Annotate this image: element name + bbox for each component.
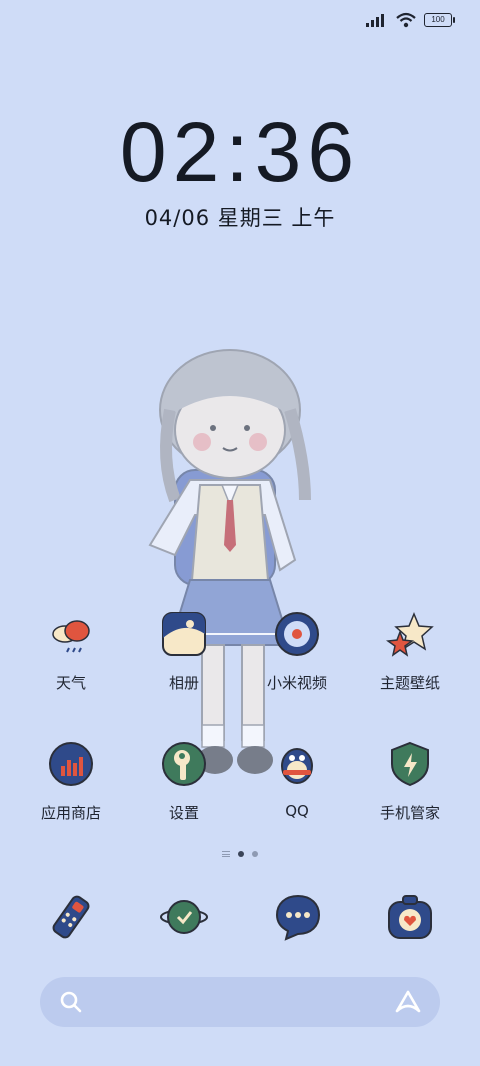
- status-bar: 100: [366, 12, 455, 28]
- app-label: QQ: [285, 802, 309, 820]
- app-label: 设置: [168, 804, 199, 822]
- page-dot-active: [238, 851, 244, 857]
- battery-icon: 100: [424, 13, 455, 27]
- app-store[interactable]: 应用商店: [15, 740, 127, 823]
- app-settings[interactable]: 设置: [128, 740, 240, 823]
- app-label: 相册: [168, 674, 199, 692]
- app-label: 天气: [55, 674, 86, 692]
- clock-date[interactable]: 04/06 星期三 上午: [0, 202, 480, 232]
- app-weather[interactable]: 天气: [15, 610, 127, 693]
- app-store-icon: [49, 742, 93, 786]
- search-icon[interactable]: [60, 991, 82, 1013]
- battery-level: 100: [431, 15, 445, 24]
- app-label: 小米视频: [266, 674, 327, 692]
- app-gallery[interactable]: 相册: [128, 610, 240, 693]
- phone-icon[interactable]: [47, 893, 95, 941]
- assistant-icon[interactable]: [394, 989, 422, 1015]
- settings-icon: [162, 742, 206, 786]
- app-video[interactable]: 小米视频: [241, 610, 353, 693]
- wifi-icon: [396, 12, 416, 28]
- app-themes[interactable]: 主题壁纸: [354, 610, 466, 693]
- app-label: 主题壁纸: [379, 674, 440, 692]
- themes-icon: [386, 612, 434, 657]
- page-dot: [252, 851, 258, 857]
- browser-icon[interactable]: [160, 893, 208, 941]
- qq-icon: [281, 748, 313, 784]
- search-bar[interactable]: [40, 977, 440, 1027]
- app-security[interactable]: 手机管家: [354, 740, 466, 823]
- messages-icon[interactable]: [274, 893, 322, 941]
- feed-indicator: [222, 851, 230, 857]
- weather-icon: [52, 620, 90, 653]
- signal-icon: [366, 14, 384, 27]
- app-label: 手机管家: [379, 804, 440, 822]
- app-qq[interactable]: QQ: [241, 740, 353, 820]
- video-icon: [275, 612, 319, 656]
- page-indicator: [0, 851, 480, 857]
- clock-time[interactable]: 02:36: [0, 104, 480, 201]
- security-icon: [391, 741, 429, 787]
- camera-icon[interactable]: [386, 893, 434, 941]
- gallery-icon: [162, 612, 206, 656]
- app-label: 应用商店: [40, 804, 101, 822]
